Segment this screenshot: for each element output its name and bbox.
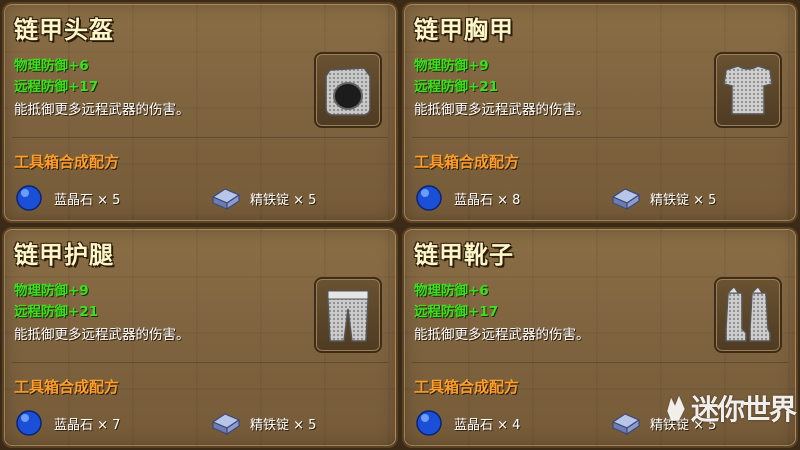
material-blue-crystal: 蓝晶石 × 8 (412, 181, 520, 215)
item-description: 能抵御更多远程武器的伤害。 (414, 327, 590, 343)
ranged-defense-stat: 远程防御+21 (414, 79, 499, 95)
ranged-defense-stat: 远程防御+17 (14, 79, 99, 95)
item-slot[interactable] (314, 52, 382, 128)
item-title: 链甲护腿 (14, 241, 114, 269)
ranged-defense-stat: 远程防御+21 (14, 304, 99, 320)
item-slot[interactable] (714, 277, 782, 353)
item-title: 链甲胸甲 (414, 16, 514, 44)
chainmail-helmet-icon (325, 67, 371, 116)
material-iron-ingot: 精铁锭 × 5 (208, 406, 316, 440)
physical-defense-stat: 物理防御+6 (14, 58, 89, 74)
iron-ingot-icon (208, 183, 242, 213)
iron-ingot-icon (208, 408, 242, 438)
watermark-text: 迷你世界 (691, 393, 797, 426)
ranged-defense-stat: 远程防御+17 (414, 304, 499, 320)
item-description: 能抵御更多远程武器的伤害。 (14, 102, 190, 118)
material-label: 精铁锭 × 5 (250, 417, 317, 433)
material-iron-ingot: 精铁锭 × 5 (208, 181, 316, 215)
recipe-card-chainmail-leggings: 链甲护腿 物理防御+9 远程防御+21 能抵御更多远程武器的伤害。 工具箱合成配… (2, 227, 398, 448)
material-blue-crystal: 蓝晶石 × 7 (12, 406, 120, 440)
blue-crystal-icon (412, 408, 446, 438)
material-label: 精铁锭 × 5 (650, 192, 717, 208)
chainmail-boots-icon (725, 286, 771, 342)
physical-defense-stat: 物理防御+9 (414, 58, 489, 74)
item-description: 能抵御更多远程武器的伤害。 (14, 327, 190, 343)
watermark: 迷你世界 (665, 378, 797, 438)
divider (412, 137, 788, 138)
recipe-card-chainmail-chestplate: 链甲胸甲 物理防御+9 远程防御+21 能抵御更多远程武器的伤害。 工具箱合成配… (402, 2, 798, 223)
material-label: 蓝晶石 × 8 (454, 192, 521, 208)
recipe-title: 工具箱合成配方 (14, 378, 120, 396)
material-iron-ingot: 精铁锭 × 5 (608, 181, 716, 215)
mini-world-logo-icon (666, 393, 686, 422)
divider (412, 362, 788, 363)
chainmail-leggings-icon (327, 290, 369, 342)
item-title: 链甲头盔 (14, 16, 114, 44)
material-label: 蓝晶石 × 5 (54, 192, 121, 208)
material-label: 蓝晶石 × 7 (54, 417, 121, 433)
recipe-title: 工具箱合成配方 (414, 153, 520, 171)
material-blue-crystal: 蓝晶石 × 4 (412, 406, 520, 440)
divider (12, 137, 388, 138)
material-label: 蓝晶石 × 4 (454, 417, 521, 433)
divider (12, 362, 388, 363)
blue-crystal-icon (12, 408, 46, 438)
recipe-title: 工具箱合成配方 (14, 153, 120, 171)
blue-crystal-icon (12, 183, 46, 213)
material-blue-crystal: 蓝晶石 × 5 (12, 181, 120, 215)
physical-defense-stat: 物理防御+6 (414, 283, 489, 299)
item-slot[interactable] (714, 52, 782, 128)
physical-defense-stat: 物理防御+9 (14, 283, 89, 299)
material-label: 精铁锭 × 5 (250, 192, 317, 208)
item-slot[interactable] (314, 277, 382, 353)
chainmail-chestplate-icon (723, 65, 773, 115)
iron-ingot-icon (608, 408, 642, 438)
recipe-card-chainmail-helmet: 链甲头盔 物理防御+6 远程防御+17 能抵御更多远程武器的伤害。 工具箱合成配… (2, 2, 398, 223)
recipe-title: 工具箱合成配方 (414, 378, 520, 396)
item-title: 链甲靴子 (414, 241, 514, 269)
iron-ingot-icon (608, 183, 642, 213)
blue-crystal-icon (412, 183, 446, 213)
item-description: 能抵御更多远程武器的伤害。 (414, 102, 590, 118)
